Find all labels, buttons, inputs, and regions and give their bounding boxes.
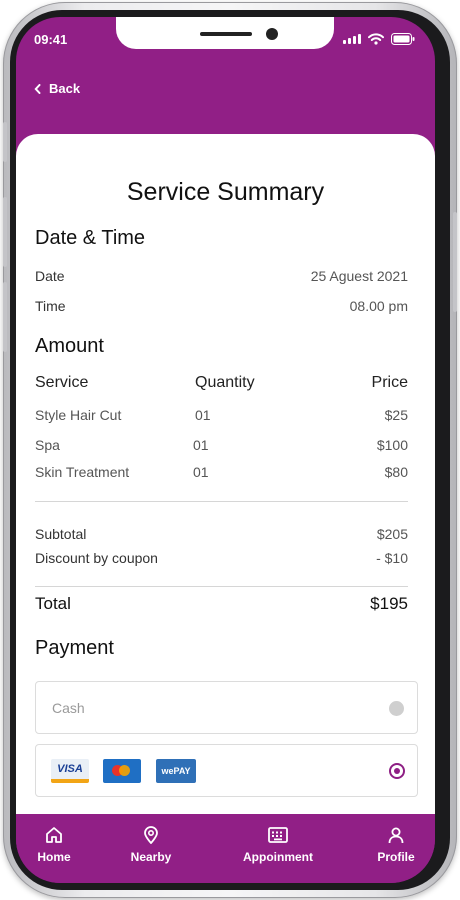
service-price: $100 xyxy=(376,437,408,453)
tab-profile[interactable]: Profile xyxy=(374,826,418,864)
divider xyxy=(35,501,408,502)
home-icon xyxy=(46,827,62,843)
cash-radio[interactable] xyxy=(389,701,404,716)
service-quantity: 01 xyxy=(193,437,209,453)
cash-option[interactable]: Cash xyxy=(35,681,418,734)
power-button xyxy=(453,212,457,312)
time-row: Time 08.00 pm xyxy=(35,298,408,314)
column-header-price: Price xyxy=(371,374,408,391)
notch xyxy=(116,17,334,49)
discount-row: Discount by coupon - $10 xyxy=(35,550,408,566)
service-quantity: 01 xyxy=(195,407,211,423)
cash-label: Cash xyxy=(52,700,85,716)
visa-logo: VISA xyxy=(51,759,89,783)
tab-home[interactable]: Home xyxy=(34,826,74,864)
tab-bar: Home Nearby Appoinment Profile xyxy=(16,814,435,883)
keyboard-icon xyxy=(268,827,288,843)
date-time-heading: Date & Time xyxy=(35,227,146,249)
tab-label: Nearby xyxy=(130,850,172,864)
service-quantity: 01 xyxy=(193,464,209,480)
service-price: $80 xyxy=(384,464,408,480)
signal-icon xyxy=(343,34,361,44)
tab-label: Profile xyxy=(377,850,415,864)
back-button[interactable]: Back xyxy=(34,81,80,96)
front-camera xyxy=(266,28,278,40)
status-bar: 09:41 xyxy=(16,17,435,67)
volume-down-button xyxy=(3,282,7,352)
date-label: Date xyxy=(35,268,65,284)
page-title: Service Summary xyxy=(126,178,325,206)
date-row: Date 25 Aguest 2021 xyxy=(35,268,408,284)
speaker xyxy=(200,32,252,36)
chevron-left-icon xyxy=(34,83,41,94)
total-row: Total $195 xyxy=(35,594,408,614)
tab-label: Appoinment xyxy=(243,850,313,864)
screen: 09:41 Back Service Summary Date & Time D… xyxy=(16,17,435,883)
date-value: 25 Aguest 2021 xyxy=(310,268,408,284)
mute-switch xyxy=(3,122,7,162)
discount-label: Discount by coupon xyxy=(35,550,158,566)
subtotal-label: Subtotal xyxy=(35,526,87,542)
time-label: Time xyxy=(35,298,66,314)
column-header-quantity: Quantity xyxy=(195,374,255,391)
back-label: Back xyxy=(49,81,81,96)
total-value: $195 xyxy=(370,594,408,613)
subtotal-row: Subtotal $205 xyxy=(35,526,408,542)
user-icon xyxy=(388,827,404,844)
payment-heading: Payment xyxy=(35,637,114,659)
service-price: $25 xyxy=(384,407,408,423)
column-header-service: Service xyxy=(35,374,89,391)
divider xyxy=(35,586,408,587)
service-name: Skin Treatment xyxy=(35,464,130,480)
status-time: 09:41 xyxy=(34,32,68,47)
tab-nearby[interactable]: Nearby xyxy=(126,826,176,864)
location-pin-icon xyxy=(144,826,158,844)
subtotal-value: $205 xyxy=(376,526,408,542)
wepay-logo: wePAY xyxy=(156,759,196,783)
time-value: 08.00 pm xyxy=(349,298,408,314)
amount-heading: Amount xyxy=(35,335,104,357)
status-icons xyxy=(343,33,415,45)
volume-up-button xyxy=(3,197,7,267)
tab-appointment[interactable]: Appoinment xyxy=(238,826,318,864)
card-radio-selected[interactable] xyxy=(389,763,405,779)
wifi-icon xyxy=(368,33,384,45)
discount-value: - $10 xyxy=(376,550,408,566)
service-name: Spa xyxy=(35,437,60,453)
service-name: Style Hair Cut xyxy=(35,407,122,423)
total-label: Total xyxy=(35,594,71,613)
tab-label: Home xyxy=(37,850,71,864)
card-option[interactable]: VISA wePAY xyxy=(35,744,418,797)
battery-icon xyxy=(391,33,415,45)
mastercard-logo xyxy=(103,759,141,783)
